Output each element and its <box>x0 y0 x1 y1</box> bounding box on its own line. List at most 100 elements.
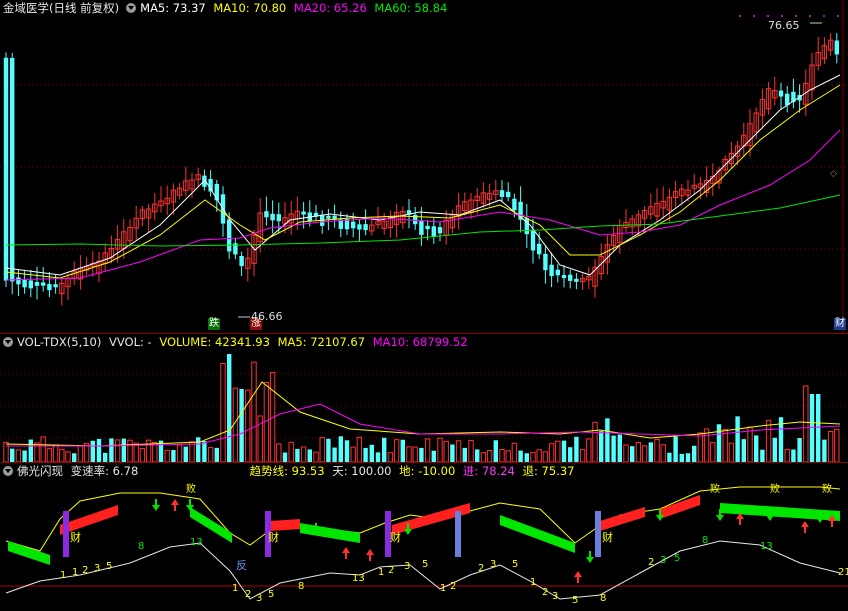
counter-number: 8 <box>298 581 304 592</box>
volume-bar-up <box>263 382 270 462</box>
candle-down <box>499 190 505 197</box>
counter-number: 13 <box>190 537 203 548</box>
volume-bar-down <box>450 444 455 462</box>
up-arrow-icon <box>574 571 582 583</box>
volume-bar-down <box>22 450 27 462</box>
indicator-title[interactable]: 佛光闪现 <box>17 464 63 478</box>
dropdown-circle-icon[interactable] <box>3 337 13 347</box>
vol-ma5-value: MA5: 72107.67 <box>277 335 366 349</box>
speed-value: 变速率: 6.78 <box>70 464 139 478</box>
candle-down <box>264 211 269 218</box>
candle-down <box>512 198 517 211</box>
tui-value: 退: 75.37 <box>522 464 575 478</box>
candle-down <box>34 282 40 286</box>
volume-bar-down <box>419 447 424 462</box>
counter-number: 5 <box>106 561 112 572</box>
volume-header: VOL-TDX(5,10) VVOL: - VOLUME: 42341.93 M… <box>0 334 848 350</box>
candle-down <box>555 269 560 276</box>
volume-bar-down <box>667 452 672 462</box>
dropdown-circle-icon[interactable] <box>3 466 13 476</box>
volume-bar-down <box>28 439 33 462</box>
candle-down <box>561 275 567 279</box>
badge-cai-main: 财 <box>834 318 846 330</box>
indicator-pane[interactable]: 1 1 2 3 5 8 13 1 2 3 5 8 13 1 2 3 5 1 2 2 3 5 1 2 3 5 8 2 3 5 8 13 21 佛光… <box>0 463 848 611</box>
candle-down <box>834 40 839 55</box>
vol-title[interactable]: VOL-TDX(5,10) <box>17 335 101 349</box>
volume-bar-down <box>282 452 288 462</box>
candle-down <box>363 224 368 231</box>
volume-bar-down <box>332 447 337 462</box>
volume-bar-up <box>145 439 152 462</box>
candle-down <box>506 191 511 198</box>
volume-bar-up <box>443 440 449 462</box>
volume-bar-up <box>710 442 716 462</box>
candle-down <box>351 221 356 229</box>
volume-bar-down <box>561 440 567 462</box>
volume-bar-down <box>679 453 684 462</box>
volume-bar-up <box>660 444 666 462</box>
tian-value: 天: 100.00 <box>332 464 392 478</box>
volume-bar-up <box>127 439 133 462</box>
volume-bar-up <box>635 442 642 462</box>
volume-bar-up <box>3 441 9 462</box>
down-arrow-icon <box>586 551 594 563</box>
volume-bar-down <box>809 394 815 462</box>
counter-number: 5 <box>674 553 680 564</box>
candle-down <box>276 214 281 222</box>
counter-number: 2 <box>388 565 394 576</box>
volume-bar-up <box>765 419 772 462</box>
volume-bar-up <box>46 448 53 462</box>
marker-bai-2: 败 <box>710 484 720 495</box>
volume-bar-up <box>133 442 139 462</box>
dropdown-circle-icon[interactable] <box>126 3 137 13</box>
volume-bar-up <box>505 450 511 462</box>
volume-bar-up <box>468 439 474 462</box>
up-arrow-icon <box>736 513 744 525</box>
volume-bar-down <box>605 418 610 462</box>
ma10-value: MA10: 70.80 <box>213 1 287 15</box>
volume-bar-up <box>52 445 59 462</box>
volume-bar-down <box>599 431 604 462</box>
counter-number: 1 <box>72 567 78 578</box>
volume-bar-up <box>77 445 84 462</box>
foguang-indicator-chart[interactable]: 1 1 2 3 58 1312 3 58131 2 3 51 22 3 512 3 5 82 3 581321 <box>0 463 848 611</box>
volume-bar-up <box>15 449 22 462</box>
counter-number: 8 <box>138 541 144 552</box>
counter-number: 1 <box>530 577 536 588</box>
counter-number: 2 <box>245 589 251 600</box>
volume-bar-down <box>431 450 436 462</box>
volume-bar-down <box>369 444 374 462</box>
candle-down <box>22 279 27 288</box>
volume-bar-up <box>313 451 319 462</box>
candlestick-chart[interactable]: ◇ <box>0 0 848 333</box>
candle-down <box>41 282 46 286</box>
oscillator-line <box>5 540 841 600</box>
volume-bar-up <box>654 438 660 462</box>
stock-title[interactable]: 金域医学(日线 前复权) <box>3 1 119 15</box>
volume-bar-up <box>319 437 325 462</box>
volume-bar-down <box>183 446 188 462</box>
counter-number: 5 <box>512 559 518 570</box>
candle-down <box>568 274 573 281</box>
volume-bar-up <box>455 440 462 462</box>
counter-number: 2 <box>450 581 456 592</box>
volume-bar-down <box>797 438 802 462</box>
volume-bar-up <box>697 432 704 462</box>
counter-number: 1 <box>378 567 384 578</box>
volume-bar-down <box>227 354 232 462</box>
counter-number: 2 <box>542 587 548 598</box>
volume-bar-up <box>387 452 394 462</box>
volume-bar-down <box>772 437 777 462</box>
volume-pane[interactable]: VOL-TDX(5,10) VVOL: - VOLUME: 42341.93 M… <box>0 334 848 462</box>
ma5-value: MA5: 73.37 <box>140 1 206 15</box>
volume-chart[interactable] <box>0 334 848 462</box>
volume-bar-down <box>214 447 219 462</box>
volume-bar-down <box>630 446 635 462</box>
high-price-label: 76.65 <box>768 19 800 32</box>
ma20-value: MA20: 65.26 <box>293 1 367 15</box>
volume-bar-down <box>96 438 102 462</box>
marker-cai-2: 财 <box>268 531 279 544</box>
volume-bar-up <box>542 451 549 462</box>
price-chart-pane[interactable]: ◇ 金域医学(日线 前复权) MA5: 73.37 MA10: 70.80 MA2… <box>0 0 848 333</box>
volume-bar-down <box>524 453 529 462</box>
